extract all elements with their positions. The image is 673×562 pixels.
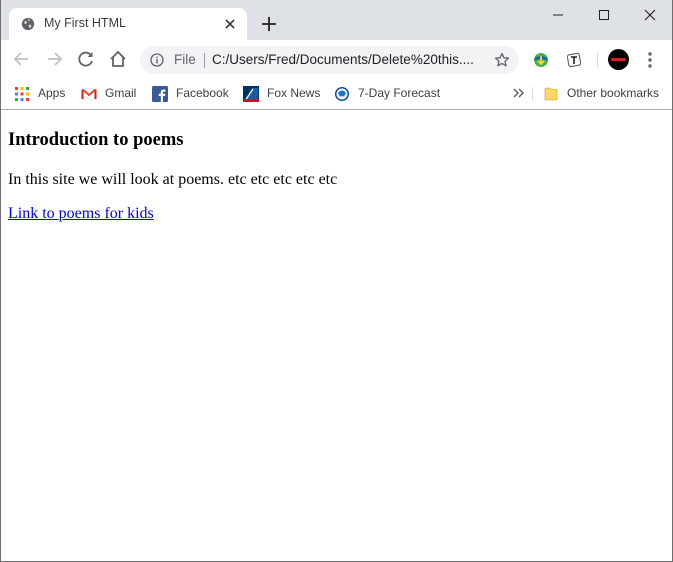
bookmark-apps[interactable]: Apps [14,84,70,104]
bookmark-star-icon[interactable] [494,52,510,68]
download-manager-extension-icon[interactable] [532,51,550,69]
bookmark-label: Facebook [176,86,229,100]
profile-avatar-button[interactable] [608,49,629,70]
bookmark-gmail[interactable]: Gmail [81,84,139,104]
minimize-button[interactable] [535,0,581,30]
tab-strip: My First HTML [1,0,672,40]
back-arrow-icon[interactable] [12,49,32,69]
omnibox-divider [204,53,205,68]
url-scheme-label: File [174,52,196,67]
bookmark-label: Apps [38,86,66,100]
poems-for-kids-link[interactable]: Link to poems for kids [8,205,154,223]
reload-icon[interactable] [76,49,96,69]
bookmark-label: Gmail [105,86,137,100]
apps-grid-icon [15,87,29,101]
facebook-icon [152,86,168,102]
folder-icon [544,87,558,101]
address-bar[interactable]: File C:/Users/Fred/Documents/Delete%20th… [140,46,519,74]
noaa-icon [335,87,349,101]
bookmarks-bar: Apps Gmail Facebook Fox News 7-Day Forec… [1,79,672,110]
double-chevron-right-icon[interactable] [510,85,526,101]
gmail-icon [81,88,97,100]
minimize-icon [553,14,563,16]
forward-arrow-icon[interactable] [44,49,64,69]
tab-title: My First HTML [44,16,126,30]
avatar-icon [611,58,626,61]
bookmarks-divider [532,87,533,101]
page-heading: Introduction to poems [8,130,184,150]
bookmark-facebook[interactable]: Facebook [152,84,232,104]
tab-my-first-html[interactable]: My First HTML [9,8,247,40]
globe-icon [21,17,35,31]
new-tab-plus-icon[interactable] [261,16,277,32]
info-icon[interactable] [150,53,164,67]
fox-news-icon [243,86,259,102]
close-window-button[interactable] [627,0,672,30]
browser-window: My First HTML File C:/Users/Fred/Documen… [0,0,673,562]
close-icon [644,9,656,21]
other-bookmarks-folder[interactable]: Other bookmarks [543,84,663,104]
bookmark-7-day-forecast[interactable]: 7-Day Forecast [334,84,444,104]
maximize-button[interactable] [581,0,627,30]
other-bookmarks-label: Other bookmarks [567,86,660,100]
maximize-icon [599,10,609,20]
home-icon[interactable] [108,49,128,69]
text-extension-icon[interactable] [565,51,583,69]
bookmark-label: Fox News [267,86,321,100]
tab-close-icon[interactable] [223,17,237,31]
toolbar-divider [597,52,598,68]
bookmark-label: 7-Day Forecast [358,86,441,100]
page-content: Introduction to poems In this site we wi… [1,111,672,561]
intro-paragraph: In this site we will look at poems. etc … [8,171,338,188]
kebab-menu-icon[interactable] [642,50,658,70]
bookmark-fox-news[interactable]: Fox News [243,84,323,104]
url-text[interactable]: C:/Users/Fred/Documents/Delete%20this...… [212,52,482,67]
toolbar: File C:/Users/Fred/Documents/Delete%20th… [1,40,672,79]
